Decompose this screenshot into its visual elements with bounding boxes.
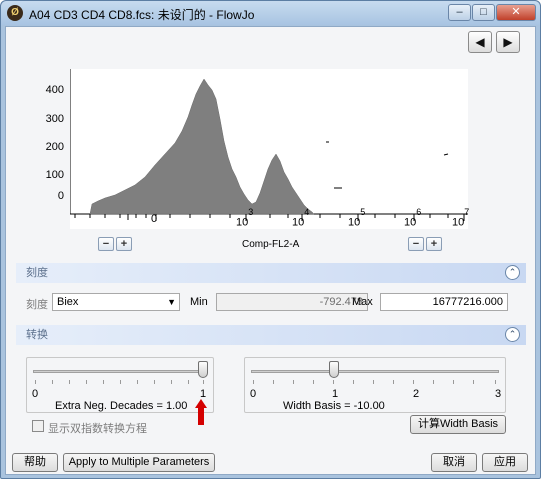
zoom-out-left-button[interactable]: − xyxy=(98,237,114,251)
title-bar[interactable]: Ø A04 CD3 CD4 CD8.fcs: 未设门的 - FlowJo – □… xyxy=(1,1,540,25)
close-button[interactable]: ✕ xyxy=(496,4,536,21)
window-title: A04 CD3 CD4 CD8.fcs: 未设门的 - FlowJo xyxy=(29,8,255,22)
y-tick-label: 0 xyxy=(57,190,64,202)
scale-label: 刻度 xyxy=(26,299,48,311)
chevron-down-icon: ▼ xyxy=(167,297,176,307)
slider-thumb[interactable] xyxy=(198,361,208,378)
dialog-body: ◀ ▶ 400 300 200 100 0 0 103 104 105 106 … xyxy=(5,26,536,475)
minimize-button[interactable]: – xyxy=(448,4,471,21)
x-tick-label: 105 xyxy=(348,207,366,229)
maximize-button[interactable]: □ xyxy=(472,4,495,21)
zoom-in-left-button[interactable]: + xyxy=(116,237,132,251)
y-tick-label: 300 xyxy=(45,113,64,125)
transform-section-header[interactable]: 转换 ⌃ xyxy=(16,325,526,345)
slider-tick-label: 0 xyxy=(32,388,39,400)
flowjo-app-icon: Ø xyxy=(7,5,23,21)
slider-tick-label: 0 xyxy=(250,388,257,400)
slider-tick-label: 2 xyxy=(413,388,420,400)
previous-parameter-button[interactable]: ◀ xyxy=(468,31,492,53)
x-tick-label: 0 xyxy=(151,213,158,225)
compute-width-basis-button[interactable]: 计算Width Basis xyxy=(410,415,506,434)
slider-thumb[interactable] xyxy=(329,361,339,378)
apply-button[interactable]: 应用 xyxy=(482,453,528,472)
max-value-field[interactable]: 16777216.000 xyxy=(380,293,508,311)
slider-tick-label: 1 xyxy=(332,388,339,400)
help-button[interactable]: 帮助 xyxy=(12,453,58,472)
collapse-icon[interactable]: ⌃ xyxy=(505,327,520,342)
collapse-icon[interactable]: ⌃ xyxy=(505,265,520,280)
scale-type-select[interactable]: Biex ▼ xyxy=(52,293,180,311)
extra-neg-decades-slider[interactable]: 0 1 Extra Neg. Decades = 1.00 xyxy=(26,357,214,413)
width-basis-slider[interactable]: 0 1 2 3 Width Basis = -10.00 xyxy=(244,357,506,413)
width-basis-caption: Width Basis = -10.00 xyxy=(283,400,385,412)
transform-section-title: 转换 xyxy=(26,329,48,341)
histogram-svg xyxy=(66,69,468,221)
x-tick-label: 106 xyxy=(404,207,422,229)
min-label: Min xyxy=(190,296,208,308)
scale-section-header[interactable]: 刻度 ⌃ xyxy=(16,263,526,283)
histogram-plot[interactable] xyxy=(66,69,468,229)
min-value-field[interactable]: -792.478 xyxy=(216,293,368,311)
y-tick-label: 100 xyxy=(45,169,64,181)
x-tick-label: 107 xyxy=(452,207,470,229)
flowjo-window: Ø A04 CD3 CD4 CD8.fcs: 未设门的 - FlowJo – □… xyxy=(0,0,541,479)
red-arrow-icon xyxy=(195,399,207,425)
slider-track[interactable] xyxy=(251,370,499,373)
show-formula-label: 显示双指数转换方程 xyxy=(48,423,147,435)
apply-to-multiple-button[interactable]: Apply to Multiple Parameters xyxy=(63,453,215,472)
slider-track[interactable] xyxy=(33,370,207,373)
x-tick-label: 103 xyxy=(236,207,254,229)
slider-tick-label: 3 xyxy=(495,388,502,400)
y-tick-label: 400 xyxy=(45,84,64,96)
next-parameter-button[interactable]: ▶ xyxy=(496,31,520,53)
zoom-out-right-button[interactable]: − xyxy=(408,237,424,251)
y-tick-label: 200 xyxy=(45,141,64,153)
show-formula-checkbox[interactable] xyxy=(32,420,44,432)
extra-neg-decades-caption: Extra Neg. Decades = 1.00 xyxy=(55,400,188,412)
max-label: Max xyxy=(352,296,373,308)
cancel-button[interactable]: 取消 xyxy=(431,453,477,472)
scale-type-value: Biex xyxy=(57,296,79,308)
histogram-fill xyxy=(89,78,315,215)
zoom-in-right-button[interactable]: + xyxy=(426,237,442,251)
x-tick-label: 104 xyxy=(292,207,310,229)
x-axis-parameter-name: Comp-FL2-A xyxy=(242,239,300,250)
scale-section-title: 刻度 xyxy=(26,267,48,279)
